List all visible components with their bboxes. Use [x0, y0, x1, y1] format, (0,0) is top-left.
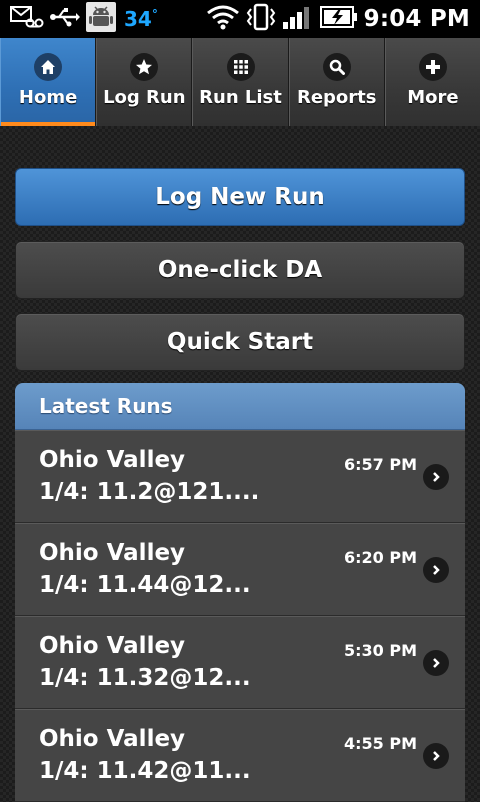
tab-label: Run List: [199, 87, 282, 108]
tab-more[interactable]: More: [384, 38, 480, 126]
chevron-right-icon: [423, 650, 449, 676]
vibrate-icon: [246, 3, 276, 35]
tab-home[interactable]: Home: [0, 38, 97, 126]
tab-label: Reports: [296, 87, 377, 108]
usb-icon: [50, 5, 80, 33]
clock: 9:04 PM: [363, 6, 470, 32]
wifi-icon: [206, 4, 240, 34]
email-voicemail-icon: [10, 5, 44, 33]
run-time: 5:30 PM: [343, 641, 417, 660]
signal-strength-icon: [282, 4, 314, 34]
tab-bar: Home Log Run Run List Reports More: [0, 38, 480, 126]
star-icon: [130, 53, 159, 81]
tab-label: Log Run: [103, 87, 186, 108]
run-time: 4:55 PM: [343, 734, 417, 753]
chevron-right-icon: [423, 557, 449, 583]
one-click-da-button[interactable]: One-click DA: [15, 241, 465, 299]
grid-icon: [226, 53, 255, 81]
run-list-item[interactable]: Ohio Valley 1/4: 11.44@12... 6:20 PM: [15, 523, 465, 616]
run-title: Ohio Valley: [39, 726, 186, 752]
run-detail: 1/4: 11.32@12...: [39, 665, 251, 691]
run-list-item[interactable]: Ohio Valley 1/4: 11.32@12... 5:30 PM: [15, 616, 465, 709]
run-title: Ohio Valley: [39, 633, 186, 659]
run-time: 6:20 PM: [343, 548, 417, 567]
log-new-run-button[interactable]: Log New Run: [15, 168, 465, 226]
search-icon: [322, 53, 351, 81]
latest-runs-header: Latest Runs: [15, 383, 465, 430]
android-debug-icon: [86, 2, 116, 36]
run-list-item[interactable]: Ohio Valley 1/4: 11.42@11... 4:55 PM: [15, 709, 465, 802]
battery-charging-icon: [319, 5, 358, 33]
quick-start-button[interactable]: Quick Start: [15, 313, 465, 371]
chevron-right-icon: [423, 464, 449, 490]
chevron-right-icon: [423, 743, 449, 769]
run-detail: 1/4: 11.42@11...: [39, 758, 251, 784]
home-icon: [34, 53, 63, 81]
run-detail: 1/4: 11.44@12...: [39, 572, 251, 598]
tab-run-list[interactable]: Run List: [192, 38, 289, 126]
temperature-readout: 34°: [124, 7, 158, 31]
tab-reports[interactable]: Reports: [288, 38, 385, 126]
tab-label: Home: [18, 87, 78, 108]
status-bar: 34° 9:04 PM: [0, 0, 480, 38]
run-time: 6:57 PM: [343, 455, 417, 474]
plus-icon: [418, 53, 447, 81]
latest-runs-list: Latest Runs Ohio Valley 1/4: 11.2@121...…: [15, 383, 465, 802]
run-list-item[interactable]: Ohio Valley 1/4: 11.2@121.... 6:57 PM: [15, 430, 465, 523]
run-title: Ohio Valley: [39, 447, 186, 473]
run-title: Ohio Valley: [39, 540, 186, 566]
run-detail: 1/4: 11.2@121....: [39, 479, 260, 505]
tab-log-run[interactable]: Log Run: [96, 38, 193, 126]
tab-label: More: [407, 87, 459, 108]
